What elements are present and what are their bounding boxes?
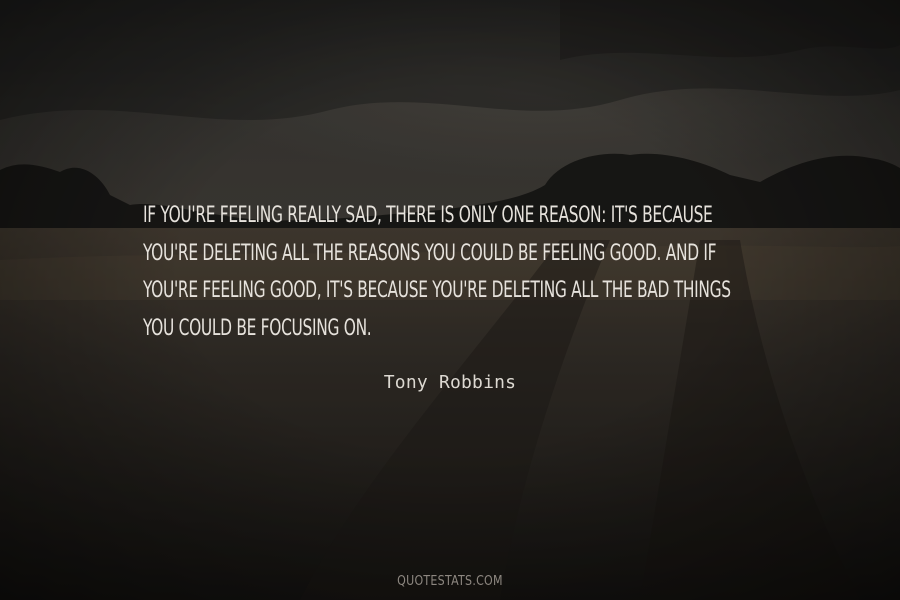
site-watermark: QUOTESTATS.COM: [397, 574, 503, 589]
quote-line: you're feeling good, it's because you're…: [143, 278, 731, 303]
quote-line: you're deleting all the reasons you coul…: [143, 240, 717, 266]
quote-line: you could be focusing on.: [143, 315, 372, 341]
quote-line: If you're feeling really sad, there is o…: [143, 203, 713, 228]
quote-author: Tony Robbins: [383, 372, 517, 393]
quote-image: If you're feeling really sad, there is o…: [0, 0, 900, 600]
quote-text: If you're feeling really sad, there is o…: [143, 197, 783, 347]
